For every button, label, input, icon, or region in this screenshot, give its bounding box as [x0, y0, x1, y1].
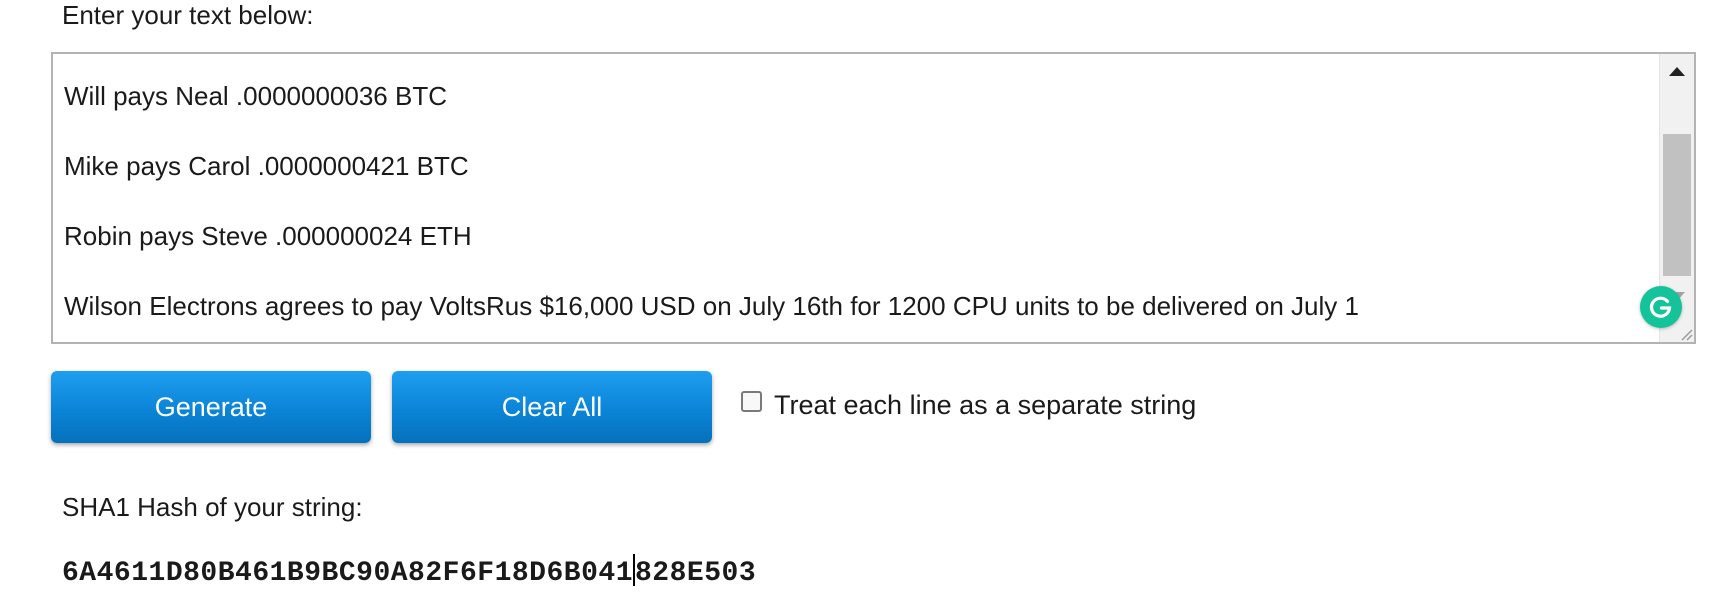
- hash-output-value[interactable]: 6A4611D80B461B9BC90A82F6F18D6B041828E503: [62, 554, 756, 591]
- scroll-thumb[interactable]: [1663, 134, 1691, 276]
- text-line-1: Will pays Neal .0000000036 BTC: [64, 81, 447, 111]
- hash-value-part-2: 828E503: [635, 558, 757, 589]
- hash-output-label: SHA1 Hash of your string:: [62, 492, 363, 522]
- text-line-3: Robin pays Steve .000000024 ETH: [64, 221, 472, 251]
- text-line-2: Mike pays Carol .0000000421 BTC: [64, 151, 469, 181]
- hash-value-part-1: 6A4611D80B461B9BC90A82F6F18D6B041: [62, 558, 633, 589]
- generate-button[interactable]: Generate: [51, 371, 371, 443]
- clear-all-button[interactable]: Clear All: [392, 371, 712, 443]
- text-line-4: Wilson Electrons agrees to pay VoltsRus …: [64, 291, 1359, 321]
- text-input-area[interactable]: Will pays Neal .0000000036 BTC Mike pays…: [51, 52, 1696, 344]
- separate-lines-checkbox[interactable]: [741, 391, 762, 412]
- grammarly-g-icon[interactable]: [1640, 286, 1682, 328]
- scroll-up-arrow-icon[interactable]: [1669, 67, 1685, 76]
- separate-lines-label[interactable]: Treat each line as a separate string: [774, 390, 1196, 420]
- input-prompt-label: Enter your text below:: [62, 0, 314, 30]
